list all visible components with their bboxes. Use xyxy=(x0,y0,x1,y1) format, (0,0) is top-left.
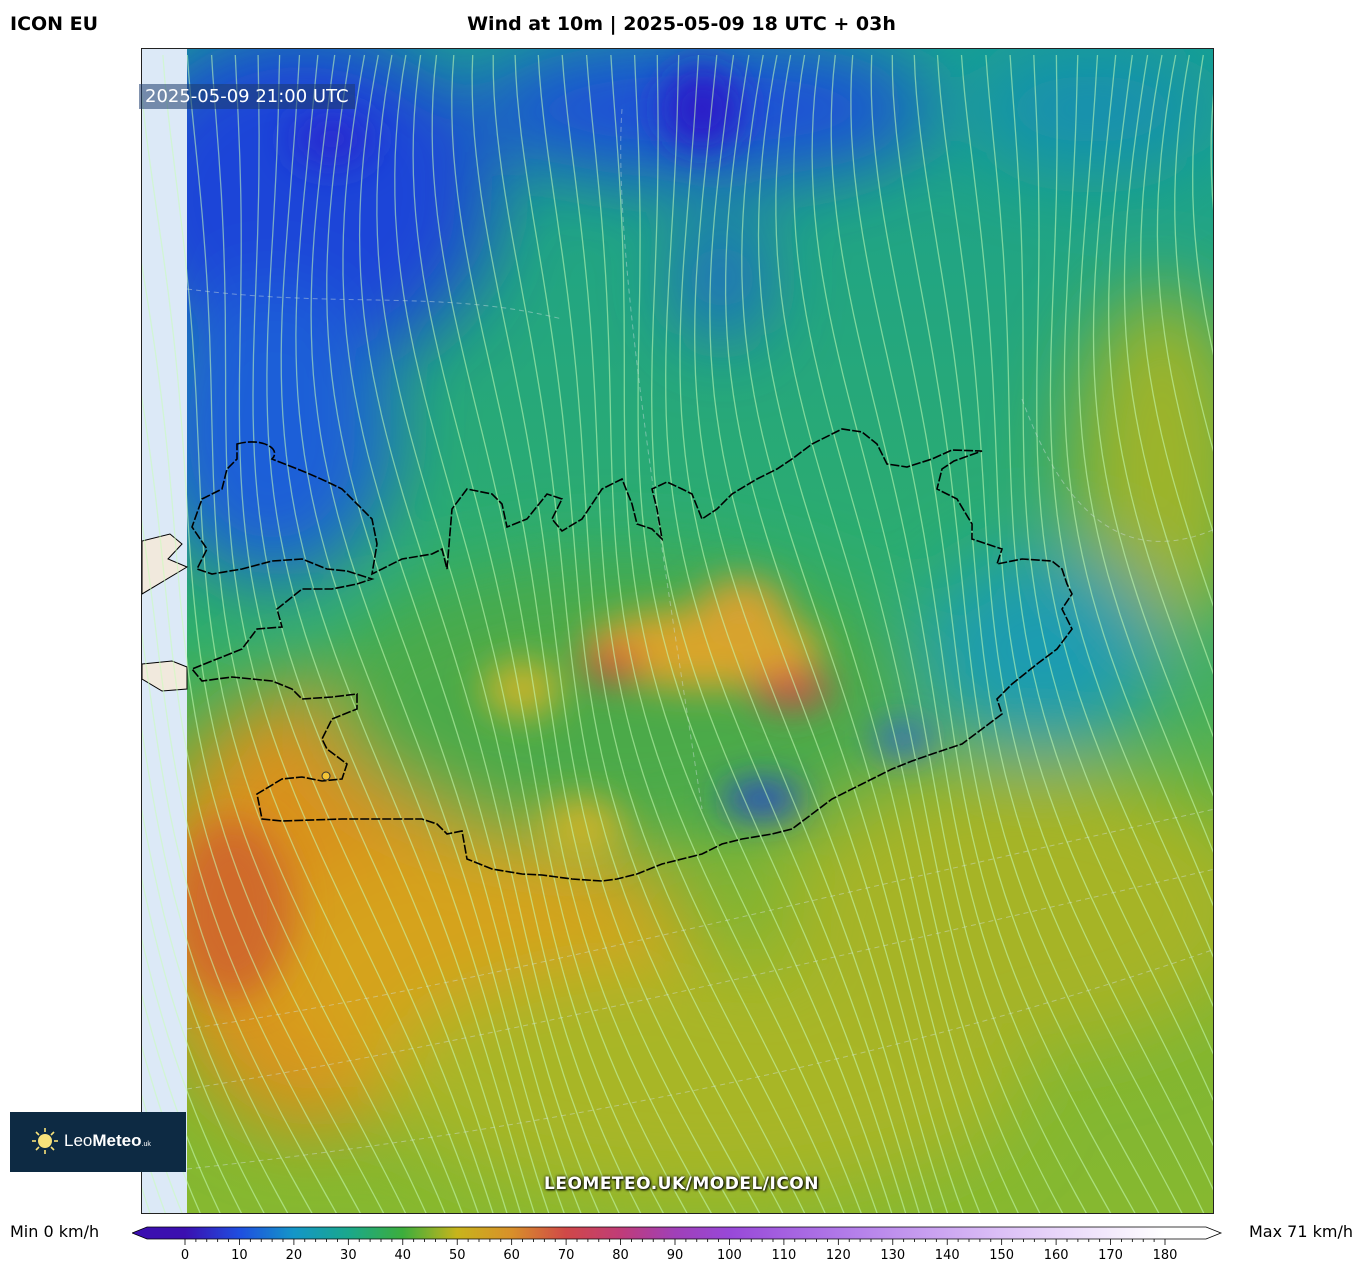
colorbar-tick-label: 50 xyxy=(449,1248,466,1262)
colorbar-tick-label: 150 xyxy=(989,1248,1014,1262)
colorbar-min-label: Min 0 km/h xyxy=(10,1222,100,1241)
watermark: LEOMETEO.UK/MODEL/ICON xyxy=(544,1174,819,1194)
colorbar-tick-label: 110 xyxy=(771,1248,796,1262)
colorbar-tick-label: 80 xyxy=(612,1248,629,1262)
colorbar: 0 10 20 30 40 50 60 70 80 90 100 110 120 130 140 150 160… xyxy=(132,1226,1223,1262)
colorbar-tick-label: 60 xyxy=(503,1248,520,1262)
sun-icon xyxy=(32,1128,58,1154)
colorbar-tick-label: 140 xyxy=(935,1248,960,1262)
colorbar-tick-label: 130 xyxy=(880,1248,905,1262)
colorbar-tick-label: 10 xyxy=(231,1248,248,1262)
colorbar-max-label: Max 71 km/h xyxy=(1249,1222,1353,1241)
colorbar-tick-label: 90 xyxy=(667,1248,684,1262)
colorbar-tick-label: 30 xyxy=(340,1248,357,1262)
colorbar-tick-label: 40 xyxy=(395,1248,412,1262)
wind-map[interactable] xyxy=(141,48,1214,1214)
map-title: Wind at 10m | 2025-05-09 18 UTC + 03h xyxy=(467,13,896,35)
colorbar-tick-label: 120 xyxy=(826,1248,851,1262)
colorbar-tick-label: 180 xyxy=(1153,1248,1178,1262)
colorbar-tick-label: 160 xyxy=(1044,1248,1069,1262)
colorbar-tick-label: 170 xyxy=(1098,1248,1123,1262)
colorbar-tick-label: 70 xyxy=(558,1248,575,1262)
wind-field xyxy=(142,49,1213,1213)
colorbar-tick-label: 0 xyxy=(181,1248,189,1262)
logo-wordmark: LeoMeteo.uk xyxy=(64,1131,151,1150)
colorbar-tick-label: 100 xyxy=(717,1248,742,1262)
colorbar-tick-label: 20 xyxy=(286,1248,303,1262)
valid-time-label: 2025-05-09 21:00 UTC xyxy=(139,84,355,109)
leometeo-logo: LeoMeteo.uk xyxy=(10,1112,186,1172)
